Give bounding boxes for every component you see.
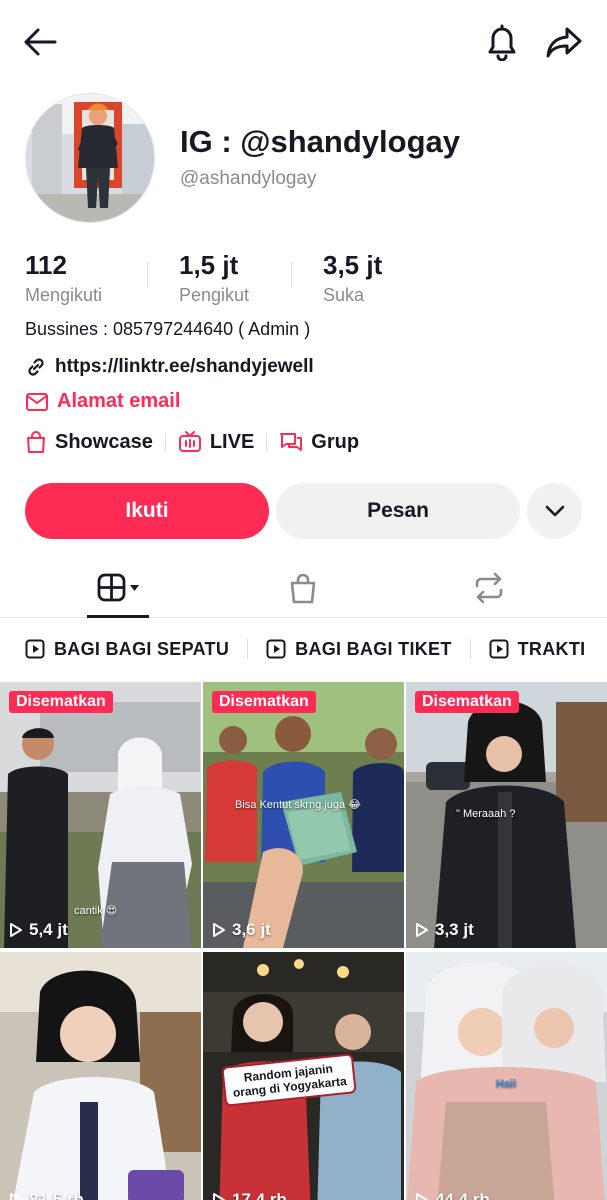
chip-live[interactable]: LIVE [178, 430, 254, 454]
chip-label: Showcase [55, 430, 153, 453]
play-outline-icon [10, 923, 22, 937]
chip-label: Grup [311, 430, 360, 453]
view-count: 17,4 rb [212, 1190, 287, 1200]
stat-value: 112 [25, 250, 67, 280]
play-outline-icon [213, 1193, 225, 1200]
chip-group[interactable]: Grup [279, 430, 359, 454]
playlist-label: TRAKTI [517, 638, 586, 659]
back-button[interactable] [18, 22, 62, 62]
stat-label: Mengikuti [25, 285, 103, 305]
display-name: IG : @shandylogay [180, 124, 460, 159]
video-caption: Haii [496, 1078, 517, 1090]
stat-value: 1,5 jt [179, 250, 239, 280]
stat-followers[interactable]: 1,5 jt Pengikut [148, 250, 291, 306]
view-count-text: 3,3 jt [435, 920, 474, 939]
stat-value: 3,5 jt [323, 250, 383, 280]
play-outline-icon [416, 923, 428, 937]
play-outline-icon [213, 923, 225, 937]
message-button[interactable]: Pesan [276, 483, 520, 539]
view-count-text: 3,6 jt [232, 920, 271, 939]
avatar-photo [26, 94, 154, 222]
email-label: Alamat email [57, 390, 181, 412]
more-options-button[interactable] [527, 483, 582, 539]
playlist-label: BAGI BAGI SEPATU [54, 638, 230, 659]
bio-text: Bussines : 085797244640 ( Admin ) [25, 319, 311, 339]
playlist-divider [469, 639, 471, 659]
video-caption: " Meraaah ? [456, 808, 516, 820]
play-outline-icon [10, 1193, 22, 1200]
play-outline-icon [416, 1193, 428, 1200]
profile-chips: Showcase LIVE Grup [25, 428, 359, 456]
top-bar [0, 0, 607, 84]
play-box-icon [25, 639, 45, 659]
view-count: 3,3 jt [415, 920, 474, 940]
view-count: 5,4 jt [9, 920, 68, 940]
video-thumbnail[interactable]: Random jajanin orang di Yogyakarta 17,4 … [203, 952, 404, 1200]
playlist-item[interactable]: BAGI BAGI SEPATU [25, 639, 229, 660]
view-count: 44,4 rb [415, 1190, 490, 1200]
playlist-item[interactable]: BAGI BAGI TIKET [266, 639, 452, 660]
playlist-item[interactable]: TRAKTI [489, 639, 586, 660]
envelope-icon [26, 392, 48, 411]
pinned-badge: Disematkan [415, 691, 519, 713]
playlist-divider [247, 639, 249, 659]
thumbnail-image [406, 952, 607, 1200]
notification-button[interactable] [480, 20, 524, 64]
grid-icon [97, 573, 139, 602]
link-icon [28, 358, 44, 376]
live-tv-icon [178, 431, 201, 452]
chip-label: LIVE [209, 430, 255, 453]
pinned-badge: Disematkan [9, 691, 113, 713]
shopping-bag-icon [27, 431, 45, 453]
view-count: 81,5 rb [9, 1190, 84, 1200]
pinned-badge: Disematkan [212, 691, 316, 713]
view-count-text: 5,4 jt [29, 920, 68, 939]
video-thumbnail[interactable]: cantik 😍 Disematkan 5,4 jt [0, 682, 201, 948]
tab-videos[interactable] [68, 558, 168, 618]
share-button[interactable] [542, 20, 586, 64]
video-caption: Bisa Kentut skrng juga 😂 [235, 799, 361, 811]
shopping-bag-icon [290, 573, 316, 604]
arrow-left-icon [24, 28, 57, 56]
view-count-text: 44,4 rb [435, 1190, 490, 1200]
chip-divider [164, 433, 166, 451]
share-arrow-icon [546, 27, 582, 58]
bell-icon [488, 24, 516, 61]
profile-avatar[interactable] [25, 93, 155, 223]
stat-label: Suka [323, 285, 365, 305]
stat-likes[interactable]: 3,5 jt Suka [292, 250, 412, 306]
video-thumbnail[interactable]: 81,5 rb [0, 952, 201, 1200]
video-thumbnail[interactable]: " Meraaah ? Disematkan 3,3 jt [406, 682, 607, 948]
link-text: https://linktr.ee/shandyjewell [55, 356, 314, 377]
view-count-text: 81,5 rb [29, 1190, 84, 1200]
follow-button[interactable]: Ikuti [25, 483, 269, 539]
thumbnail-image [0, 952, 201, 1200]
active-tab-indicator [87, 615, 149, 618]
thumbnail-image [203, 682, 404, 948]
play-box-icon [489, 639, 509, 659]
tab-shop[interactable] [253, 558, 353, 618]
video-thumbnail[interactable]: Haii 44,4 rb [406, 952, 607, 1200]
video-thumbnail[interactable]: Bisa Kentut skrng juga 😂 Disematkan 3,6 … [203, 682, 404, 948]
email-link[interactable]: Alamat email [25, 390, 180, 413]
profile-link[interactable]: https://linktr.ee/shandyjewell [25, 356, 314, 378]
chat-bubbles-icon [280, 433, 303, 451]
profile-stats: 112 Mengikuti 1,5 jt Pengikut 3,5 jt Suk… [25, 250, 412, 306]
content-tabs [0, 558, 607, 618]
view-count: 3,6 jt [212, 920, 271, 940]
chevron-down-icon [545, 505, 564, 517]
view-count-text: 17,4 rb [232, 1190, 287, 1200]
play-box-icon [266, 639, 286, 659]
repost-icon [475, 572, 503, 604]
stat-following[interactable]: 112 Mengikuti [25, 250, 147, 306]
username: @ashandylogay [180, 168, 317, 189]
video-caption: cantik 😍 [74, 905, 118, 917]
chip-divider [266, 433, 268, 451]
playlist-row: BAGI BAGI SEPATU BAGI BAGI TIKET TRAKTI [25, 636, 585, 662]
playlist-label: BAGI BAGI TIKET [295, 638, 452, 659]
stat-label: Pengikut [179, 285, 250, 305]
tab-reposts[interactable] [439, 558, 539, 618]
chip-showcase[interactable]: Showcase [25, 430, 153, 454]
